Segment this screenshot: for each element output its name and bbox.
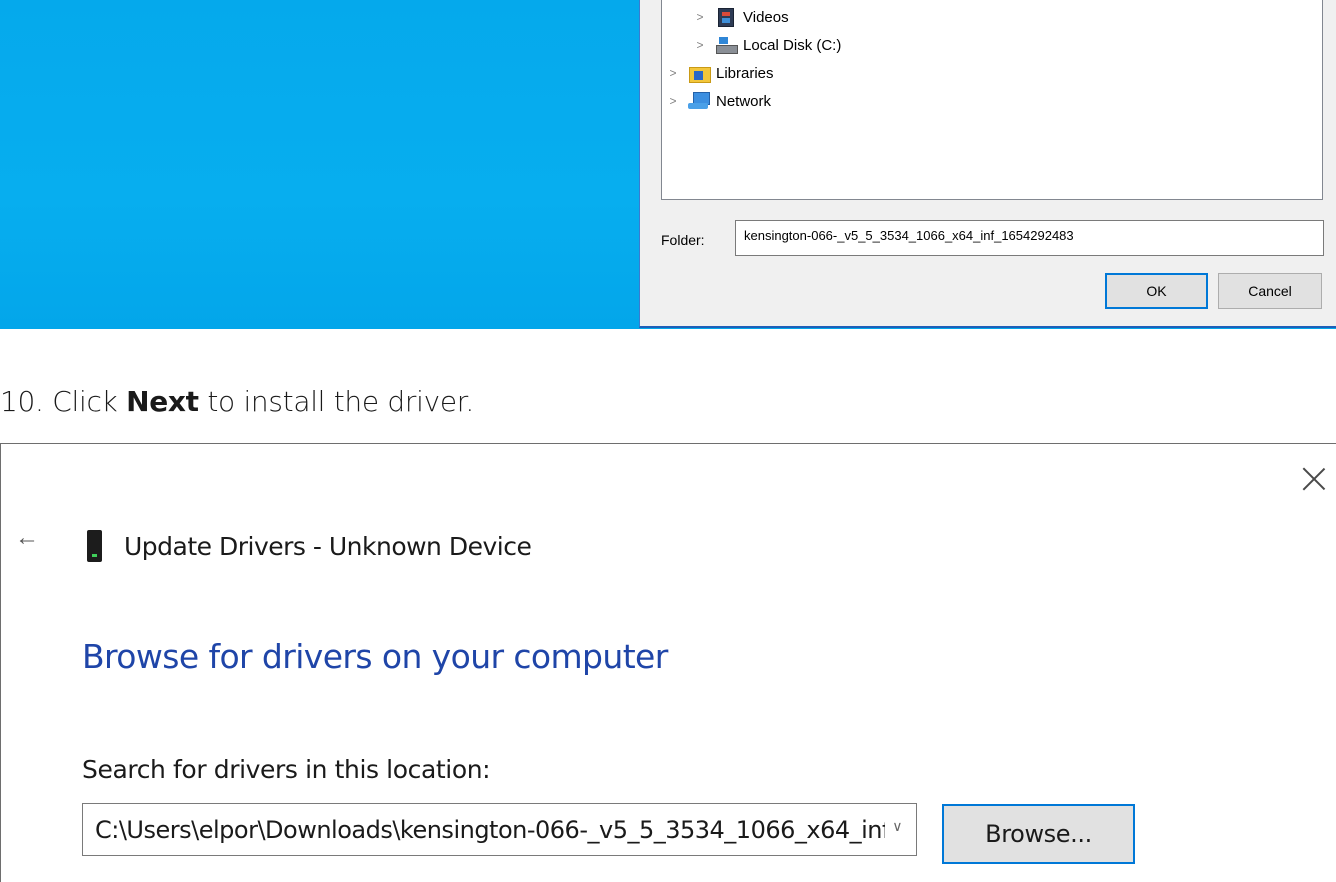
search-location-label: Search for drivers in this location: (82, 755, 491, 784)
tree-item-libraries[interactable]: > Libraries (666, 61, 774, 85)
chevron-down-icon[interactable]: ∨ (892, 819, 902, 835)
desktop-background (0, 0, 640, 329)
close-icon[interactable] (1299, 463, 1329, 493)
tree-item-label: Libraries (716, 64, 774, 82)
chevron-right-icon[interactable]: > (666, 94, 680, 108)
driver-path-combobox[interactable]: C:\Users\elpor\Downloads\kensington-066-… (82, 803, 917, 856)
tree-item-network[interactable]: > Network (666, 89, 771, 113)
tree-item-label: Videos (743, 8, 789, 26)
instruction-suffix: to install the driver. (198, 385, 475, 418)
folder-name-field[interactable]: kensington-066-_v5_5_3534_1066_x64_inf_1… (735, 220, 1324, 256)
folder-label: Folder: (661, 232, 705, 248)
window-title: Update Drivers - Unknown Device (124, 532, 532, 561)
device-icon (87, 530, 102, 562)
network-icon (688, 91, 710, 111)
back-arrow-icon[interactable]: ← (15, 526, 39, 550)
instruction-bold: Next (126, 385, 199, 418)
folder-tree[interactable]: > Videos > Local Disk (C:) > Libraries >… (661, 0, 1323, 200)
ok-button[interactable]: OK (1105, 273, 1208, 309)
chevron-right-icon[interactable]: > (693, 10, 707, 24)
browse-folder-screenshot: > Videos > Local Disk (C:) > Libraries >… (0, 0, 1336, 329)
tree-item-label: Local Disk (C:) (743, 36, 842, 54)
videos-folder-icon (715, 7, 737, 27)
browse-button[interactable]: Browse... (942, 804, 1135, 864)
tree-item-label: Network (716, 92, 772, 110)
chevron-right-icon[interactable]: > (693, 38, 707, 52)
tree-item-videos[interactable]: > Videos (693, 5, 789, 29)
driver-path-value: C:\Users\elpor\Downloads\kensington-066-… (95, 815, 885, 844)
libraries-icon (688, 63, 711, 83)
update-drivers-window: ← Update Drivers - Unknown Device Browse… (0, 443, 1336, 882)
page-heading: Browse for drivers on your computer (82, 637, 668, 676)
local-disk-icon (715, 35, 738, 55)
browse-folder-dialog: > Videos > Local Disk (C:) > Libraries >… (639, 0, 1336, 328)
tree-item-local-disk[interactable]: > Local Disk (C:) (693, 33, 841, 57)
instruction-step: 10. Click Next to install the driver. (0, 385, 474, 418)
instruction-prefix: 10. Click (0, 385, 127, 418)
cancel-button[interactable]: Cancel (1218, 273, 1322, 309)
chevron-right-icon[interactable]: > (666, 66, 680, 80)
